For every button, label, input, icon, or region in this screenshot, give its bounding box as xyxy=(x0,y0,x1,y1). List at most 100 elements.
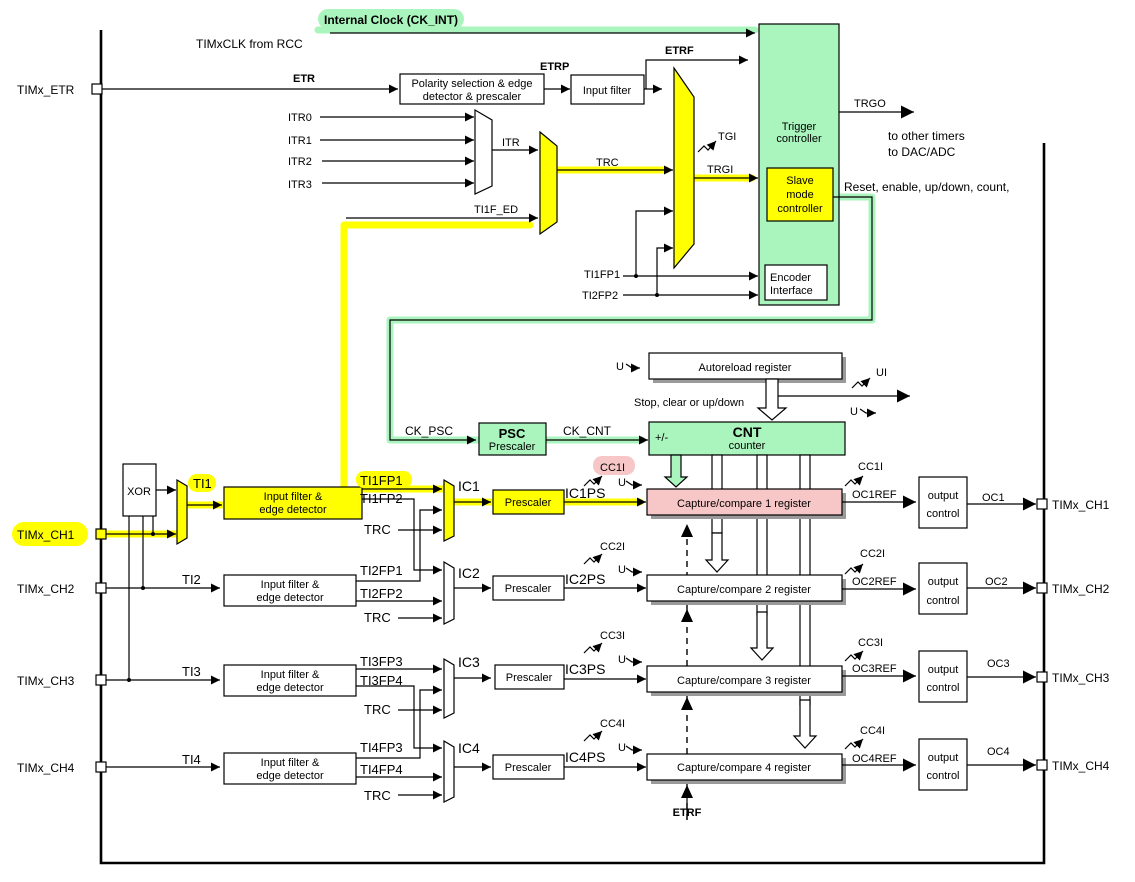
tgi-interrupt-icon xyxy=(697,140,717,153)
ccr4-trigger-arrow xyxy=(681,785,693,798)
ch2-prescaler-label: Prescaler xyxy=(505,583,552,595)
ch2-out-pin-label: TIMx_CH2 xyxy=(1052,582,1110,596)
cc4i-label: CC4I xyxy=(600,718,625,730)
ch4-prescaler-label: Prescaler xyxy=(505,762,552,774)
output-control-4-line2: control xyxy=(926,770,959,782)
ti3fp4-wire xyxy=(356,685,442,753)
ti2-label: TI2 xyxy=(182,572,201,587)
ccr3-label: Capture/compare 3 register xyxy=(677,675,811,687)
ch4-pin[interactable] xyxy=(95,761,107,773)
trc-label: TRC xyxy=(596,157,619,169)
autoreload-label: Autoreload register xyxy=(699,362,792,374)
output-channel-4: output control OC4 TIMx_CH4 xyxy=(918,738,1110,791)
output-control-3-line2: control xyxy=(926,682,959,694)
polarity-line1: Polarity selection & edge xyxy=(411,78,532,90)
trc-mux xyxy=(539,130,558,236)
ccr1-update-icon xyxy=(625,480,642,490)
ch2-filter-line1: Input filter & xyxy=(261,579,320,591)
output-control-4 xyxy=(918,738,968,791)
output-channel-1: output control OC1 TIMx_CH1 xyxy=(918,476,1110,529)
ch2-pin[interactable] xyxy=(95,582,107,594)
update-u-icon xyxy=(859,408,876,418)
to-dac-adc-label: to DAC/ADC xyxy=(888,145,956,159)
ch1-filter-line1: Input filter & xyxy=(264,491,323,503)
trigger-line1: Trigger xyxy=(782,121,817,133)
ccr-channel-3: IC3PS CC3I U Capture/compare 3 register … xyxy=(564,630,916,696)
output-control-1-line1: output xyxy=(928,490,959,502)
cc4i-out-label: CC4I xyxy=(860,725,885,737)
ccr4-label: Capture/compare 4 register xyxy=(677,762,811,774)
ccr1-u-label: U xyxy=(618,477,626,489)
ui-interrupt-icon xyxy=(851,377,871,389)
ch2-pin-label: TIMx_CH2 xyxy=(17,582,75,596)
ic3-label: IC3 xyxy=(458,654,480,670)
ti4-label: TI4 xyxy=(182,752,201,767)
ccr2-trigger-arrow xyxy=(681,609,693,622)
ch3-pin[interactable] xyxy=(95,674,107,686)
ch1-out-pin-label: TIMx_CH1 xyxy=(1052,498,1110,512)
output-control-3 xyxy=(918,650,968,703)
junction-dot xyxy=(141,586,145,590)
cc3i-out-label: CC3I xyxy=(858,637,883,649)
cc3i-label: CC3I xyxy=(600,630,625,642)
ch4-fp-a-label: TI4FP3 xyxy=(360,740,403,755)
junction-dot xyxy=(127,678,131,682)
etr-pin[interactable] xyxy=(91,83,103,95)
itr2-label: ITR2 xyxy=(288,156,312,168)
internal-clock-label: Internal Clock (CK_INT) xyxy=(324,13,458,27)
cc4i-interrupt-icon xyxy=(583,730,603,742)
ch1-pin-label: TIMx_CH1 xyxy=(17,528,75,542)
ch4-out-pin[interactable] xyxy=(1036,759,1048,771)
ch1-fp-a-label: TI1FP1 xyxy=(360,473,403,488)
slave-line3: controller xyxy=(777,203,823,215)
ic1-label: IC1 xyxy=(458,478,480,494)
oc1ref-label: OC1REF xyxy=(852,489,897,501)
oc4-label: OC4 xyxy=(987,746,1010,758)
etrf-label: ETRF xyxy=(665,45,694,57)
cnt-to-ccr2-arrow xyxy=(704,532,730,573)
output-control-1-line2: control xyxy=(926,508,959,520)
to-other-timers-label: to other timers xyxy=(888,129,965,143)
ch1-pin[interactable] xyxy=(95,528,107,540)
ccr4-update-icon xyxy=(625,745,642,755)
ch1-out-pin[interactable] xyxy=(1036,498,1048,510)
ch3-out-pin[interactable] xyxy=(1036,671,1048,683)
cc2i-out-label: CC2I xyxy=(860,548,885,560)
ch2-fp-b-label: TI2FP2 xyxy=(360,586,403,601)
etrf-bottom-label: ETRF xyxy=(673,807,702,819)
ch2-filter-line2: edge detector xyxy=(256,592,324,604)
cc4i-out-icon xyxy=(844,738,864,750)
etr-label: ETR xyxy=(293,73,315,85)
ch3-prescaler-label: Prescaler xyxy=(506,672,553,684)
oc1-label: OC1 xyxy=(982,492,1005,504)
trgo-label: TRGO xyxy=(854,98,886,110)
ch2-out-pin[interactable] xyxy=(1036,582,1048,594)
ch1-trc-label: TRC xyxy=(364,522,391,537)
slave-line1: Slave xyxy=(786,175,814,187)
ic3-mux xyxy=(443,657,455,719)
ti3-label: TI3 xyxy=(182,664,201,679)
junction-dot xyxy=(151,532,155,536)
itr-label: ITR xyxy=(502,137,520,149)
ti2fp2-to-mux-wire xyxy=(656,243,673,294)
ti1f-ed-label: TI1F_ED xyxy=(474,204,518,216)
cnt-subtitle: counter xyxy=(729,440,766,452)
output-channel-2: output control OC2 TIMx_CH2 xyxy=(918,562,1110,615)
ti1-label: TI1 xyxy=(193,476,212,491)
ic1ps-label: IC1PS xyxy=(565,485,605,501)
ch4-trc-label: TRC xyxy=(364,788,391,803)
cc2i-label: CC2I xyxy=(600,541,625,553)
oc3-label: OC3 xyxy=(987,658,1010,670)
cnt-to-ccr1-arrow xyxy=(663,454,689,488)
ccr4-u-label: U xyxy=(618,742,626,754)
encoder-line2: Interface xyxy=(770,285,813,297)
xor-label: XOR xyxy=(127,486,151,498)
ch4-filter-line1: Input filter & xyxy=(261,757,320,769)
oc3ref-label: OC3REF xyxy=(852,663,897,675)
trigger-line2: controller xyxy=(776,133,822,145)
ch3-pin-label: TIMx_CH3 xyxy=(17,674,75,688)
output-channel-3: output control OC3 TIMx_CH3 xyxy=(918,650,1110,703)
ch4-out-pin-label: TIMx_CH4 xyxy=(1052,759,1110,773)
itr0-label: ITR0 xyxy=(288,112,312,124)
junction-dot xyxy=(634,274,638,278)
